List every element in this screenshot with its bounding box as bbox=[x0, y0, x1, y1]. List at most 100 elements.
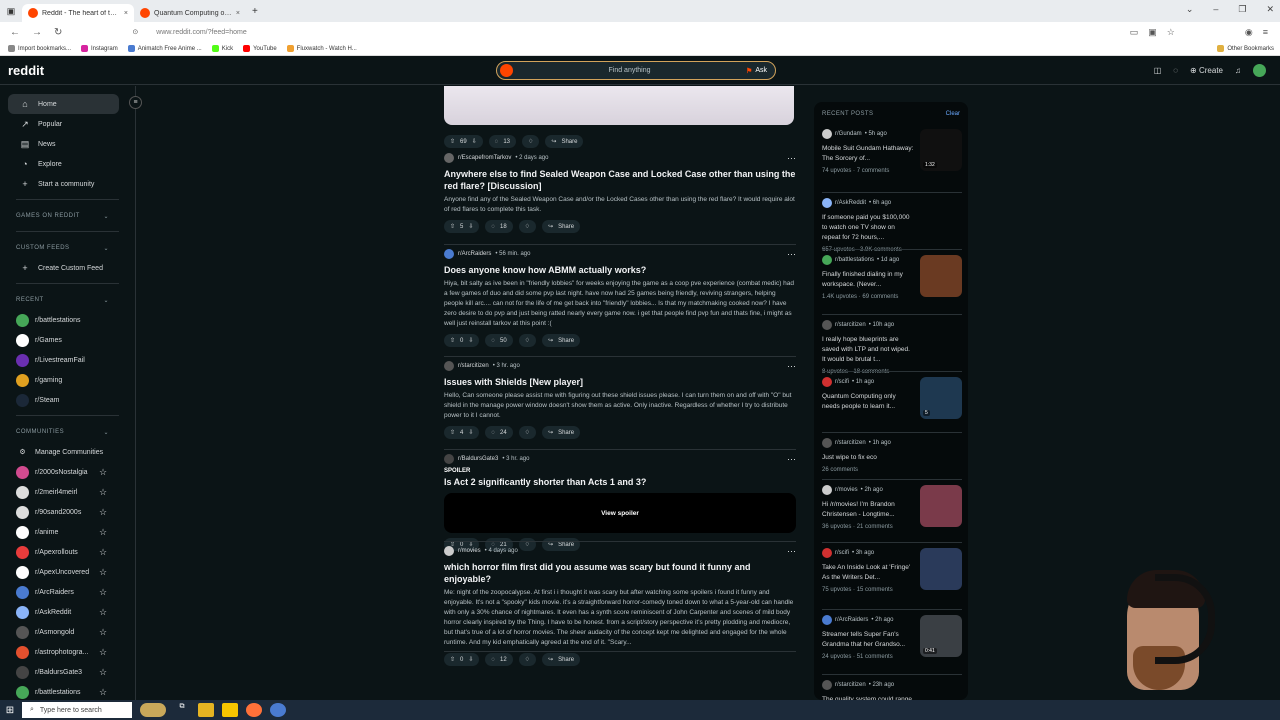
search-highlight-icon[interactable] bbox=[140, 703, 166, 717]
recent-section-header[interactable]: RECENT ⌄ bbox=[0, 290, 135, 310]
clear-button[interactable]: Clear bbox=[946, 111, 960, 117]
sidebar-community-item[interactable]: r/2000sNostalgia ☆ bbox=[0, 462, 135, 482]
create-button[interactable]: ⊕ Create bbox=[1190, 66, 1223, 75]
recent-post-title[interactable]: Quantum Computing only needs people to l… bbox=[822, 392, 914, 412]
bookmark-star-icon[interactable]: ☆ bbox=[1167, 27, 1175, 38]
post-image[interactable] bbox=[444, 86, 794, 125]
sidebar-community-item[interactable]: r/ApexUncovered ☆ bbox=[0, 562, 135, 582]
app-icon[interactable] bbox=[270, 703, 286, 717]
sidebar-item-news[interactable]: ▤ News bbox=[0, 134, 135, 154]
upvote-icon[interactable]: ⇧ bbox=[450, 138, 455, 145]
tab-reddit[interactable]: Reddit - The heart of the intern × bbox=[22, 4, 134, 22]
feed-post[interactable]: r/movies • 4 days ago ⋯ which horror film f… bbox=[444, 545, 796, 666]
sidebar-item-home[interactable]: ⌂ Home bbox=[8, 94, 119, 114]
recent-post-title[interactable]: Mobile Suit Gundam Hathaway: The Sorcery… bbox=[822, 144, 914, 164]
custom-feeds-header[interactable]: CUSTOM FEEDS ⌄ bbox=[0, 238, 135, 258]
share-button[interactable]: ↪ Share bbox=[542, 426, 581, 439]
forward-icon[interactable]: → bbox=[32, 27, 42, 38]
bookmark-item[interactable]: Instagram bbox=[81, 45, 118, 52]
upvote-icon[interactable]: ⇧ bbox=[450, 337, 455, 344]
sidebar-community-item[interactable]: r/ArcRaiders ☆ bbox=[0, 582, 135, 602]
sidebar-community-item[interactable]: r/Asmongold ☆ bbox=[0, 622, 135, 642]
sidebar-item-explore[interactable]: ◔ Explore bbox=[0, 154, 135, 174]
sidebar-community-item[interactable]: r/battlestations ☆ bbox=[0, 682, 135, 700]
more-options-icon[interactable]: ⋯ bbox=[787, 249, 796, 260]
favorite-star-icon[interactable]: ☆ bbox=[99, 507, 107, 518]
minimize-icon[interactable]: – bbox=[1213, 4, 1218, 15]
post-thumbnail[interactable] bbox=[920, 255, 962, 297]
subreddit-name[interactable]: r/starcitizen bbox=[458, 363, 489, 369]
recent-post[interactable]: r/AskReddit • 6h ago If someone paid you $… bbox=[822, 198, 962, 253]
downvote-icon[interactable]: ⇩ bbox=[468, 223, 473, 230]
share-button[interactable]: ↪ Share bbox=[545, 135, 584, 148]
firefox-icon[interactable] bbox=[246, 703, 262, 717]
downvote-icon[interactable]: ⇩ bbox=[472, 138, 477, 145]
downvote-icon[interactable]: ⇩ bbox=[468, 429, 473, 436]
communities-section-header[interactable]: COMMUNITIES ⌄ bbox=[0, 422, 135, 442]
sidebar-item-popular[interactable]: ↗ Popular bbox=[0, 114, 135, 134]
bookmark-item[interactable]: Import bookmarks... bbox=[8, 45, 71, 52]
subreddit-name[interactable]: r/EscapefromTarkov bbox=[458, 155, 511, 161]
favorite-star-icon[interactable]: ☆ bbox=[99, 667, 107, 678]
post-thumbnail[interactable] bbox=[920, 485, 962, 527]
sidebar-community-item[interactable]: r/astrophotogra... ☆ bbox=[0, 642, 135, 662]
post-thumbnail[interactable]: 5 bbox=[920, 377, 962, 419]
upvote-icon[interactable]: ⇧ bbox=[450, 429, 455, 436]
bookmark-item[interactable]: YouTube bbox=[243, 45, 277, 52]
post-title[interactable]: Issues with Shields [New player] bbox=[444, 376, 796, 388]
post-thumbnail[interactable]: 1:32 bbox=[920, 129, 962, 171]
notifications-icon[interactable]: ♫ bbox=[1235, 66, 1241, 75]
create-custom-feed[interactable]: + Create Custom Feed bbox=[0, 258, 135, 278]
feed-post[interactable]: r/EscapefromTarkov • 2 days ago ⋯ Anywhere … bbox=[444, 152, 796, 233]
favorite-star-icon[interactable]: ☆ bbox=[99, 627, 107, 638]
recent-post[interactable]: r/starcitizen • 23h ago The quality system… bbox=[822, 680, 962, 700]
vote-control[interactable]: ⇧ 0 ⇩ bbox=[444, 334, 480, 347]
new-tab-button[interactable]: + bbox=[252, 6, 258, 17]
sidebar-community-item[interactable]: r/Apexrollouts ☆ bbox=[0, 542, 135, 562]
recent-post-title[interactable]: Streamer tells Super Fan's Grandma that … bbox=[822, 630, 914, 650]
favorite-star-icon[interactable]: ☆ bbox=[99, 687, 107, 698]
account-icon[interactable]: ◉ bbox=[1245, 27, 1253, 38]
more-options-icon[interactable]: ⋯ bbox=[787, 361, 796, 372]
recent-post[interactable]: r/movies • 2h ago Hi /r/movies! I'm Brando… bbox=[822, 485, 962, 530]
back-icon[interactable]: ← bbox=[10, 27, 20, 38]
bookmark-item[interactable]: Kick bbox=[211, 45, 233, 52]
share-button[interactable]: ↪ Share bbox=[542, 220, 581, 233]
subreddit-name[interactable]: r/movies bbox=[458, 548, 481, 554]
sidebar-community-item[interactable]: r/LivestreamFail bbox=[0, 350, 135, 370]
sidebar-community-item[interactable]: r/battlestations bbox=[0, 310, 135, 330]
downvote-icon[interactable]: ⇩ bbox=[468, 656, 473, 663]
restore-icon[interactable]: ❐ bbox=[1238, 4, 1246, 15]
chat-icon[interactable]: ◌ bbox=[1173, 66, 1178, 75]
downvote-icon[interactable]: ⇩ bbox=[468, 337, 473, 344]
tab-quantum[interactable]: Quantum Computing only nee × bbox=[134, 4, 246, 22]
subreddit-name[interactable]: r/BaldursGate3 bbox=[458, 456, 498, 462]
recent-post-title[interactable]: If someone paid you $100,000 to watch on… bbox=[822, 213, 914, 243]
recent-post[interactable]: r/scifi • 3h ago Take An Inside Look at 'F… bbox=[822, 548, 962, 593]
windows-start-icon[interactable]: ⊞ bbox=[0, 705, 20, 716]
feed-post[interactable]: r/BaldursGate3 • 3 hr. ago ⋯ SPOILER Is Act … bbox=[444, 453, 796, 551]
recent-post[interactable]: r/starcitizen • 10h ago I really hope blue… bbox=[822, 320, 962, 375]
more-options-icon[interactable]: ⋯ bbox=[787, 454, 796, 465]
recent-post-title[interactable]: I really hope blueprints are saved with … bbox=[822, 335, 914, 365]
comments-button[interactable]: ◌ 13 bbox=[488, 135, 517, 148]
comments-button[interactable]: ◌ 12 bbox=[485, 653, 513, 666]
vote-control[interactable]: ⇧ 5 ⇩ bbox=[444, 220, 480, 233]
recent-post-title[interactable]: Hi /r/movies! I'm Brandon Christensen - … bbox=[822, 500, 914, 520]
task-view-icon[interactable]: ⧉ bbox=[174, 703, 190, 717]
favorite-star-icon[interactable]: ☆ bbox=[99, 467, 107, 478]
recent-post-title[interactable]: Take An Inside Look at 'Fringe' As the W… bbox=[822, 563, 914, 583]
share-button[interactable]: ↪ Share bbox=[542, 653, 581, 666]
sidebar-community-item[interactable]: r/AskReddit ☆ bbox=[0, 602, 135, 622]
reader-icon[interactable]: ▭ bbox=[1130, 27, 1139, 38]
post-title[interactable]: Anywhere else to find Sealed Weapon Case… bbox=[444, 168, 796, 192]
upvote-icon[interactable]: ⇧ bbox=[450, 656, 455, 663]
recent-post[interactable]: r/ArcRaiders • 2h ago Streamer tells Super… bbox=[822, 615, 962, 660]
other-bookmarks[interactable]: Other Bookmarks bbox=[1217, 45, 1280, 52]
sidebar-community-item[interactable]: r/anime ☆ bbox=[0, 522, 135, 542]
recent-post[interactable]: r/battlestations • 1d ago Finally finished… bbox=[822, 255, 962, 300]
sidebar-community-item[interactable]: r/90sand2000s ☆ bbox=[0, 502, 135, 522]
favorite-star-icon[interactable]: ☆ bbox=[99, 487, 107, 498]
award-button[interactable]: ♢ bbox=[518, 220, 537, 233]
recent-post-title[interactable]: Finally finished dialing in my workspace… bbox=[822, 270, 914, 290]
